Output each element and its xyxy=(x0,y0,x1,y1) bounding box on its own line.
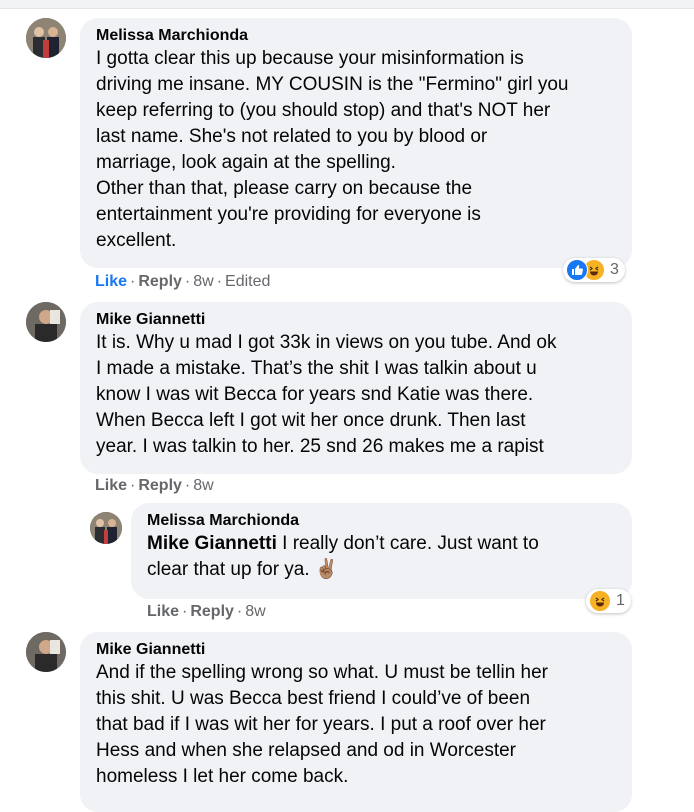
separator: · xyxy=(184,477,191,494)
comment-author[interactable]: Mike Giannetti xyxy=(96,640,620,660)
mention-link[interactable]: Mike Giannetti xyxy=(147,533,277,554)
timestamp[interactable]: 8w xyxy=(245,603,265,620)
comment-bubble: Melissa Marchionda I gotta clear this up… xyxy=(80,18,632,268)
avatar[interactable] xyxy=(26,18,66,58)
comment-bubble: Mike Giannetti And if the spelling wrong… xyxy=(80,632,632,812)
comment-actions: Like · Reply · 8w xyxy=(95,476,214,496)
separator: · xyxy=(216,273,223,290)
comment-actions: Like · Reply · 8w · Edited xyxy=(95,272,270,292)
separator: · xyxy=(130,273,136,290)
reply-button[interactable]: Reply xyxy=(138,273,182,290)
comment-author[interactable]: Melissa Marchionda xyxy=(147,511,620,531)
reaction-summary[interactable]: 1 xyxy=(586,589,631,613)
comment-author[interactable]: Mike Giannetti xyxy=(96,310,620,330)
reaction-count: 3 xyxy=(610,261,619,278)
like-button[interactable]: Like xyxy=(95,477,127,494)
reaction-summary[interactable]: 3 xyxy=(563,258,625,282)
reaction-count: 1 xyxy=(616,592,625,609)
like-icon xyxy=(566,259,588,281)
comment-bubble: Mike Giannetti It is. Why u mad I got 33… xyxy=(80,302,632,474)
comment-text: It is. Why u mad I got 33k in views on y… xyxy=(96,332,557,457)
like-button[interactable]: Like xyxy=(95,273,127,290)
avatar[interactable] xyxy=(26,302,66,342)
reply-button[interactable]: Reply xyxy=(190,603,234,620)
top-divider xyxy=(0,0,694,9)
comment-actions: Like · Reply · 8w xyxy=(147,602,266,622)
reply-bubble: Melissa Marchionda Mike Giannetti I real… xyxy=(131,503,632,599)
comment-text: I gotta clear this up because your misin… xyxy=(96,48,569,251)
edited-label: Edited xyxy=(225,273,271,290)
comment-author[interactable]: Melissa Marchionda xyxy=(96,26,620,46)
avatar[interactable] xyxy=(90,512,122,544)
separator: · xyxy=(236,603,243,620)
separator: · xyxy=(182,603,188,620)
haha-icon xyxy=(589,590,611,612)
avatar[interactable] xyxy=(26,632,66,672)
comment-text: And if the spelling wrong so what. U mus… xyxy=(96,662,549,787)
timestamp[interactable]: 8w xyxy=(193,273,213,290)
separator: · xyxy=(184,273,191,290)
timestamp[interactable]: 8w xyxy=(193,477,213,494)
separator: · xyxy=(130,477,136,494)
comment-text: Mike Giannetti I really don’t care. Just… xyxy=(147,531,620,583)
like-button[interactable]: Like xyxy=(147,603,179,620)
reply-button[interactable]: Reply xyxy=(138,477,182,494)
